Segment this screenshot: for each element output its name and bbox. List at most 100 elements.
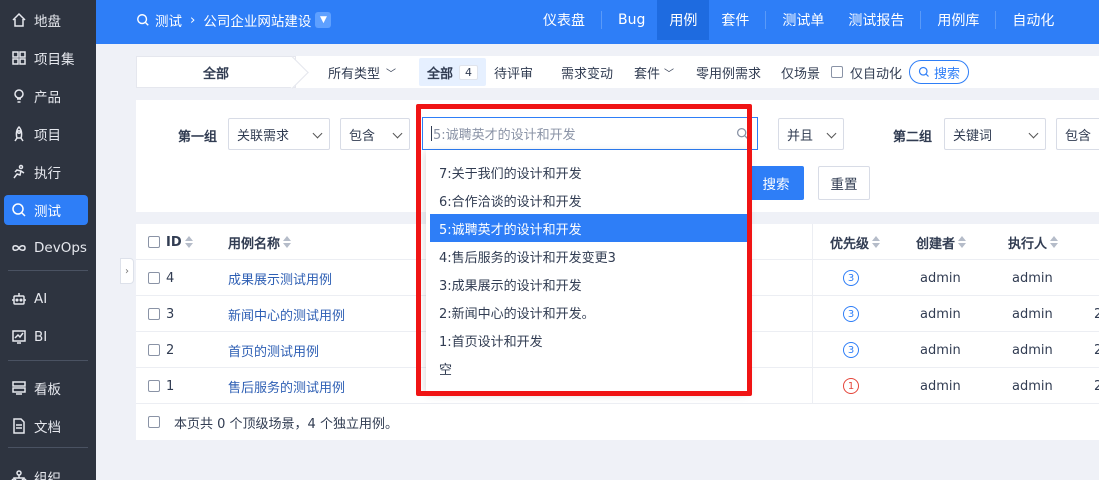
row-id: 1 <box>166 378 175 394</box>
column-header-id[interactable]: ID <box>148 224 193 260</box>
column-header-name[interactable]: 用例名称 <box>228 224 292 260</box>
group1-label: 第一组 <box>178 130 218 145</box>
tab-suite[interactable]: 套件 <box>709 0 761 40</box>
table-row-checkbox[interactable]: 4 <box>148 260 174 296</box>
grid-icon <box>10 49 28 67</box>
checkbox-icon <box>148 344 160 356</box>
sidebar-item-execution[interactable]: 执行 <box>4 157 88 187</box>
priority-value: 3 <box>843 270 859 286</box>
breadcrumb-product[interactable]: 公司企业网站建设 <box>203 10 311 30</box>
tab-all-label: 全部 <box>427 66 454 82</box>
search-icon <box>10 201 28 219</box>
tab-bug[interactable]: Bug <box>606 0 657 40</box>
type-select[interactable]: 所有类型 ﹀ <box>328 56 396 88</box>
product-switch-button[interactable]: ▼ <box>315 12 332 28</box>
table-row-checkbox[interactable]: 3 <box>148 296 174 332</box>
group1-field-select[interactable]: 关联需求 <box>228 118 330 150</box>
infinity-icon <box>10 239 28 257</box>
sidebar-divider <box>8 447 88 448</box>
column-header-executor[interactable]: 执行人 <box>1008 224 1059 260</box>
sidebar-item-program[interactable]: 项目集 <box>4 43 88 73</box>
priority-value: 3 <box>843 342 859 358</box>
select-all-checkbox[interactable] <box>148 236 160 248</box>
sidebar-item-product[interactable]: 产品 <box>4 81 88 111</box>
sidebar-item-org[interactable]: 组织 <box>4 462 88 480</box>
org-icon <box>10 468 28 480</box>
header-label: 用例名称 <box>228 236 281 252</box>
checkbox-icon <box>148 308 160 320</box>
extra-cell: 2 <box>1094 378 1099 394</box>
nav-divider <box>995 11 997 29</box>
nav-divider <box>601 11 602 29</box>
sidebar: 地盘 项目集 产品 项目 执行 测试 DevOps AI BI 看板 文档 组织 <box>0 0 96 480</box>
chevron-down-icon <box>826 128 837 139</box>
case-name-link[interactable]: 新闻中心的测试用例 <box>228 296 345 332</box>
extra-cell: 2 <box>1094 342 1099 358</box>
logic-select[interactable]: 并且 <box>778 118 844 150</box>
group2-field-select[interactable]: 关键词 <box>944 118 1046 150</box>
tab-automation[interactable]: 自动化 <box>1000 0 1066 40</box>
checkbox-icon <box>148 272 160 284</box>
tab-cases[interactable]: 用例 <box>657 0 710 40</box>
sidebar-item-label: 看板 <box>34 382 61 398</box>
column-header-priority[interactable]: 优先级 <box>830 224 881 260</box>
breadcrumb: 测试 › 公司企业网站建设 ▼ <box>136 0 332 40</box>
sidebar-item-devops[interactable]: DevOps <box>4 233 88 263</box>
sort-icon <box>184 236 193 248</box>
auto-only-checkbox[interactable]: 仅自动化 <box>831 56 902 88</box>
select-value: 关键词 <box>953 128 993 144</box>
chevron-down-icon <box>312 128 323 139</box>
search-button[interactable]: 搜索 <box>748 166 804 200</box>
tab-caselib[interactable]: 用例库 <box>925 0 991 40</box>
sidebar-item-label: 执行 <box>34 166 61 182</box>
reset-button[interactable]: 重置 <box>818 166 870 200</box>
priority-badge: 3 <box>843 260 859 296</box>
group2-operator-select[interactable]: 包含 <box>1056 118 1099 150</box>
case-name-link[interactable]: 售后服务的测试用例 <box>228 368 345 404</box>
sort-icon <box>958 236 967 248</box>
sidebar-divider <box>8 270 88 271</box>
sidebar-item-bi[interactable]: BI <box>4 322 88 352</box>
creator-cell: admin <box>920 270 961 286</box>
tab-zero-case[interactable]: 零用例需求 <box>696 56 761 88</box>
tab-all[interactable]: 全部 4 <box>419 58 487 86</box>
column-header-creator[interactable]: 创建者 <box>916 224 967 260</box>
highlight-annotation-box <box>416 104 752 396</box>
sidebar-item-test[interactable]: 测试 <box>4 195 88 225</box>
header-label: 创建者 <box>916 236 956 252</box>
sidebar-item-kanban[interactable]: 看板 <box>4 373 88 403</box>
sidebar-item-project[interactable]: 项目 <box>4 119 88 149</box>
sort-icon <box>1050 236 1059 248</box>
extra-cell: 2 <box>1094 306 1099 322</box>
sidebar-item-label: BI <box>34 329 48 345</box>
priority-badge: 1 <box>843 368 859 404</box>
tab-review[interactable]: 待评审 <box>494 56 533 88</box>
board-icon <box>10 379 28 397</box>
sort-icon <box>283 236 292 248</box>
nav-divider <box>765 11 767 29</box>
sidebar-item-label: 项目 <box>34 128 61 144</box>
case-name-link[interactable]: 成果展示测试用例 <box>228 260 332 296</box>
checkbox-icon[interactable] <box>148 416 160 428</box>
sidebar-divider <box>8 360 88 361</box>
collapse-sidebar-button[interactable]: › <box>120 258 134 284</box>
group1-operator-select[interactable]: 包含 <box>340 118 410 150</box>
run-icon <box>10 163 28 181</box>
scope-selector[interactable]: 全部 <box>136 56 296 88</box>
count-badge: 4 <box>459 64 479 80</box>
tab-testreport[interactable]: 测试报告 <box>836 0 916 40</box>
sidebar-item-dashboard[interactable]: 地盘 <box>4 5 88 35</box>
table-row-checkbox[interactable]: 2 <box>148 332 174 368</box>
search-toggle-button[interactable]: 搜索 <box>909 60 970 84</box>
breadcrumb-module[interactable]: 测试 <box>155 10 182 30</box>
sidebar-item-doc[interactable]: 文档 <box>4 411 88 441</box>
tab-testtask[interactable]: 测试单 <box>770 0 836 40</box>
tab-story-changed[interactable]: 需求变动 <box>561 56 613 88</box>
case-name-link[interactable]: 首页的测试用例 <box>228 332 319 368</box>
search-icon <box>918 66 929 77</box>
sidebar-item-ai[interactable]: AI <box>4 284 88 314</box>
tab-dashboard[interactable]: 仪表盘 <box>531 0 597 40</box>
tab-scene-only[interactable]: 仅场景 <box>781 56 820 88</box>
tab-suite-filter[interactable]: 套件 ﹀ <box>634 56 674 88</box>
table-row-checkbox[interactable]: 1 <box>148 368 174 404</box>
